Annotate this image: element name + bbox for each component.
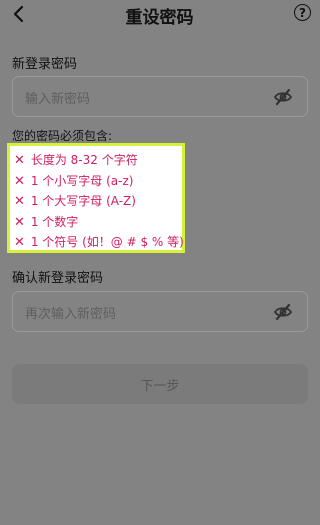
new-password-placeholder: 输入新密码 [25, 92, 91, 107]
requirement-text: 1 个数字 [30, 214, 79, 229]
next-button[interactable]: 下一步 [12, 364, 308, 404]
confirm-password-placeholder: 再次输入新密码 [25, 307, 117, 322]
requirement-length: ✕ 长度为 8-32 个字符 [14, 150, 182, 171]
requirement-number: ✕ 1 个数字 [14, 212, 182, 233]
cross-icon: ✕ [14, 194, 25, 209]
requirement-uppercase: ✕ 1 个大写字母 (A-Z) [14, 191, 182, 212]
requirement-symbol: ✕ 1 个符号 (如！@ # $ % 等) [14, 232, 184, 253]
confirm-password-label: 确认新登录密码 [12, 271, 104, 286]
requirement-lowercase: ✕ 1 个小写字母 (a-z) [14, 171, 182, 192]
cross-icon: ✕ [14, 214, 25, 230]
cross-icon: ✕ [14, 235, 25, 250]
new-password-field[interactable]: 输入新密码 [12, 76, 308, 117]
eye-off-icon[interactable] [273, 303, 293, 321]
cross-icon: ✕ [14, 173, 25, 189]
help-button[interactable]: ? [294, 4, 311, 21]
cross-icon: ✕ [14, 153, 25, 168]
requirements-title: 您的密码必须包含: [12, 129, 113, 143]
eye-off-icon[interactable] [273, 88, 293, 106]
header: 重设密码 ? [0, 0, 319, 28]
new-password-label: 新登录密码 [12, 57, 78, 72]
requirement-text: 1 个符号 (如！@ # $ % 等) [30, 235, 184, 249]
confirm-password-field[interactable]: 再次输入新密码 [12, 291, 308, 332]
requirement-text: 1 个小写字母 (a-z) [30, 173, 134, 188]
page-title: 重设密码 [125, 8, 194, 28]
reset-password-screen: 重设密码 ? 新登录密码 输入新密码 您的密码必须包含: ✕ 长度为 8-32 … [0, 0, 319, 525]
password-requirements-box: ✕ 长度为 8-32 个字符 ✕ 1 个小写字母 (a-z) ✕ 1 个大写字母… [7, 143, 185, 253]
requirement-text: 长度为 8-32 个字符 [30, 153, 138, 167]
requirement-text: 1 个大写字母 (A-Z) [30, 194, 136, 208]
